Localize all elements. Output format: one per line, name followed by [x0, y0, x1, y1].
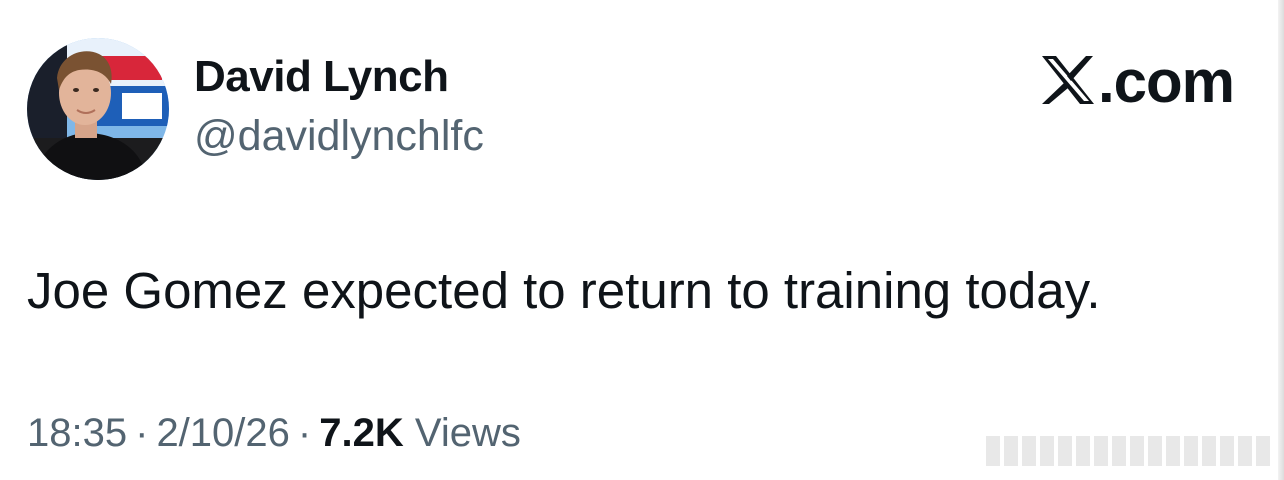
scrollbar[interactable]	[1278, 0, 1284, 480]
meta-separator: ·	[297, 411, 312, 455]
tweet-meta: 18:35 · 2/10/26 · 7.2K Views	[27, 410, 521, 456]
author-display-name[interactable]: David Lynch	[194, 52, 449, 103]
brand-text: .com	[1097, 48, 1235, 115]
meta-separator: ·	[135, 411, 149, 455]
brand-mark: .com	[1040, 48, 1235, 115]
tweet-text: Joe Gomez expected to return to training…	[27, 262, 1101, 319]
tweet-date[interactable]: 2/10/26	[156, 411, 289, 455]
avatar[interactable]	[27, 38, 169, 180]
views-count[interactable]: 7.2K	[319, 411, 404, 455]
views-label: Views	[414, 411, 521, 455]
watermark	[986, 436, 1270, 466]
author-handle[interactable]: @davidlynchlfc	[194, 112, 484, 161]
tweet-time[interactable]: 18:35	[27, 411, 127, 455]
tweet-card: David Lynch @davidlynchlfc .com Joe Gome…	[0, 0, 1284, 480]
x-logo-icon	[1040, 54, 1096, 111]
